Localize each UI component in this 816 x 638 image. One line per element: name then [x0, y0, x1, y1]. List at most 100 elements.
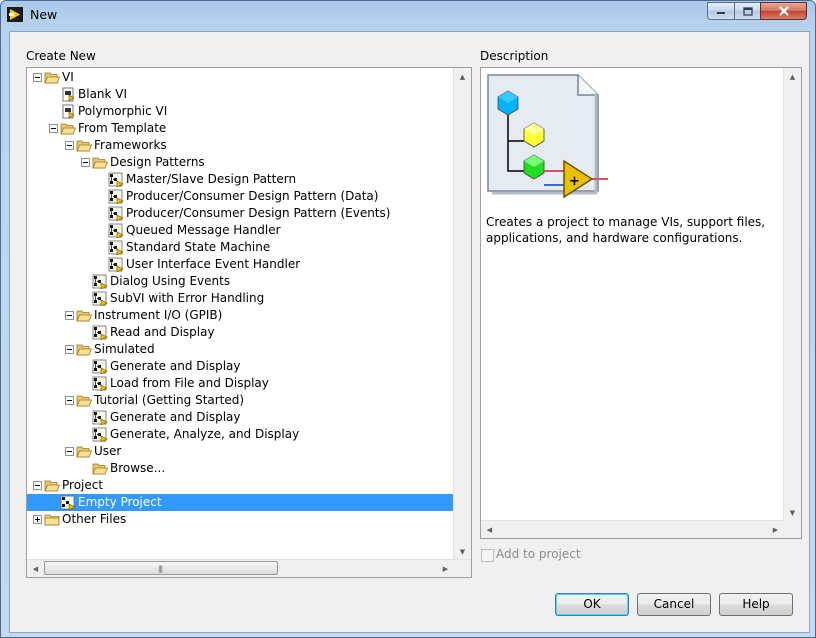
tree-item-label: Other Files	[62, 512, 127, 526]
tree-item[interactable]: Browse...	[27, 460, 455, 477]
collapse-icon[interactable]	[65, 396, 74, 405]
labview-app-icon	[7, 7, 23, 22]
template-icon	[108, 172, 124, 187]
collapse-icon[interactable]	[65, 311, 74, 320]
collapse-icon[interactable]	[65, 141, 74, 150]
tree-item[interactable]: VI	[27, 69, 455, 86]
help-button[interactable]: Help	[719, 593, 793, 616]
template-icon	[92, 410, 108, 425]
svg-text:+: +	[569, 174, 580, 189]
collapse-icon[interactable]	[65, 447, 74, 456]
scroll-down-icon[interactable]: ▼	[454, 543, 471, 560]
tree-item[interactable]: Frameworks	[27, 137, 455, 154]
template-icon	[108, 240, 124, 255]
tree-item-label: Instrument I/O (GPIB)	[94, 308, 223, 322]
tree-item[interactable]: Tutorial (Getting Started)	[27, 392, 455, 409]
collapse-icon[interactable]	[33, 73, 42, 82]
maximize-button[interactable]	[734, 2, 760, 20]
horizontal-scroll-thumb[interactable]: |||	[44, 561, 278, 575]
minimize-icon	[717, 12, 725, 14]
tree-item-label: Simulated	[94, 342, 155, 356]
template-icon	[92, 274, 108, 289]
scroll-down-icon[interactable]: ▼	[784, 504, 801, 521]
collapse-icon[interactable]	[49, 124, 58, 133]
tree-item[interactable]: Read and Display	[27, 324, 455, 341]
new-dialog-window: New Create New Description VI Blank VI Pol…	[0, 0, 816, 638]
tree-item[interactable]: Generate and Display	[27, 358, 455, 375]
tree-item[interactable]: Empty Project	[27, 494, 455, 511]
close-button[interactable]	[760, 2, 807, 20]
project-preview-icon: +	[487, 74, 608, 199]
tree-item[interactable]: Project	[27, 477, 455, 494]
tree-item[interactable]: Producer/Consumer Design Pattern (Data)	[27, 188, 455, 205]
folder-open-icon	[76, 310, 92, 322]
template-icon	[108, 223, 124, 238]
minimize-button[interactable]	[707, 2, 734, 20]
tree-item-label: Load from File and Display	[110, 376, 269, 390]
scroll-up-icon[interactable]: ▲	[784, 68, 801, 85]
tree-item-label: Dialog Using Events	[110, 274, 231, 288]
tree-horizontal-scrollbar[interactable]: ◀ ||| ▶	[27, 559, 471, 577]
tree-item-label: Standard State Machine	[126, 240, 271, 254]
tree-item[interactable]: SubVI with Error Handling	[27, 290, 455, 307]
template-icon	[92, 325, 108, 340]
tree-item[interactable]: Generate, Analyze, and Display	[27, 426, 455, 443]
expand-icon[interactable]	[33, 515, 42, 524]
folder-open-icon	[44, 72, 60, 84]
add-to-project-checkbox[interactable]	[481, 549, 494, 562]
maximize-icon	[742, 6, 753, 16]
scroll-up-icon[interactable]: ▲	[454, 68, 471, 85]
vi-file-icon	[62, 104, 75, 119]
tree-item[interactable]: Simulated	[27, 341, 455, 358]
close-icon	[778, 6, 789, 16]
tree-item[interactable]: User	[27, 443, 455, 460]
scroll-left-icon[interactable]: ◀	[27, 560, 44, 577]
tree-item[interactable]: Load from File and Display	[27, 375, 455, 392]
tree-item[interactable]: User Interface Event Handler	[27, 256, 455, 273]
tree-item[interactable]: Master/Slave Design Pattern	[27, 171, 455, 188]
collapse-icon[interactable]	[81, 158, 90, 167]
tree-item-label: Queued Message Handler	[126, 223, 281, 237]
folder-open-icon	[92, 463, 108, 475]
folder-open-icon	[76, 140, 92, 152]
tree-item[interactable]: Producer/Consumer Design Pattern (Events…	[27, 205, 455, 222]
tree-item-label: Read and Display	[110, 325, 215, 339]
tree-item-label: Producer/Consumer Design Pattern (Events…	[126, 206, 391, 220]
description-panel: + Creates a project to manage VIs, suppo…	[480, 67, 802, 539]
tree-item-label: User Interface Event Handler	[126, 257, 301, 271]
tree-item[interactable]: Other Files	[27, 511, 455, 528]
tree-item[interactable]: Polymorphic VI	[27, 103, 455, 120]
tree-item[interactable]: Instrument I/O (GPIB)	[27, 307, 455, 324]
tree-item-label: Generate and Display	[110, 410, 241, 424]
collapse-icon[interactable]	[33, 481, 42, 490]
tree-item[interactable]: From Template	[27, 120, 455, 137]
tree-item[interactable]: Blank VI	[27, 86, 455, 103]
collapse-icon[interactable]	[65, 345, 74, 354]
tree-item[interactable]: Dialog Using Events	[27, 273, 455, 290]
tree-vertical-scrollbar[interactable]: ▲ ▼	[453, 68, 471, 560]
folder-open-icon	[44, 480, 60, 492]
vi-file-icon	[62, 87, 75, 102]
tree-item-label: Polymorphic VI	[78, 104, 168, 118]
tree-item[interactable]: Generate and Display	[27, 409, 455, 426]
ok-button[interactable]: OK	[555, 593, 629, 616]
title-bar[interactable]: New	[1, 1, 815, 29]
description-vertical-scrollbar[interactable]: ▲ ▼	[783, 68, 801, 521]
scroll-left-icon[interactable]: ◀	[481, 521, 498, 538]
template-icon	[108, 257, 124, 272]
scroll-right-icon[interactable]: ▶	[767, 521, 784, 538]
tree-item[interactable]: Design Patterns	[27, 154, 455, 171]
dialog-body: Create New Description VI Blank VI Polymor…	[9, 31, 810, 633]
tree-item-label: From Template	[78, 121, 167, 135]
scroll-right-icon[interactable]: ▶	[437, 560, 454, 577]
tree-item-label: Master/Slave Design Pattern	[126, 172, 297, 186]
description-text: Creates a project to manage VIs, support…	[486, 215, 766, 245]
description-horizontal-scrollbar[interactable]: ◀ ▶	[481, 520, 784, 538]
tree-item-label: Tutorial (Getting Started)	[94, 393, 245, 407]
template-icon	[92, 291, 108, 306]
create-new-tree[interactable]: VI Blank VI Polymorphic VI From Template Fra…	[26, 67, 472, 578]
cancel-button[interactable]: Cancel	[637, 593, 711, 616]
tree-item[interactable]: Standard State Machine	[27, 239, 455, 256]
scrollbar-corner	[784, 521, 801, 538]
tree-item[interactable]: Queued Message Handler	[27, 222, 455, 239]
